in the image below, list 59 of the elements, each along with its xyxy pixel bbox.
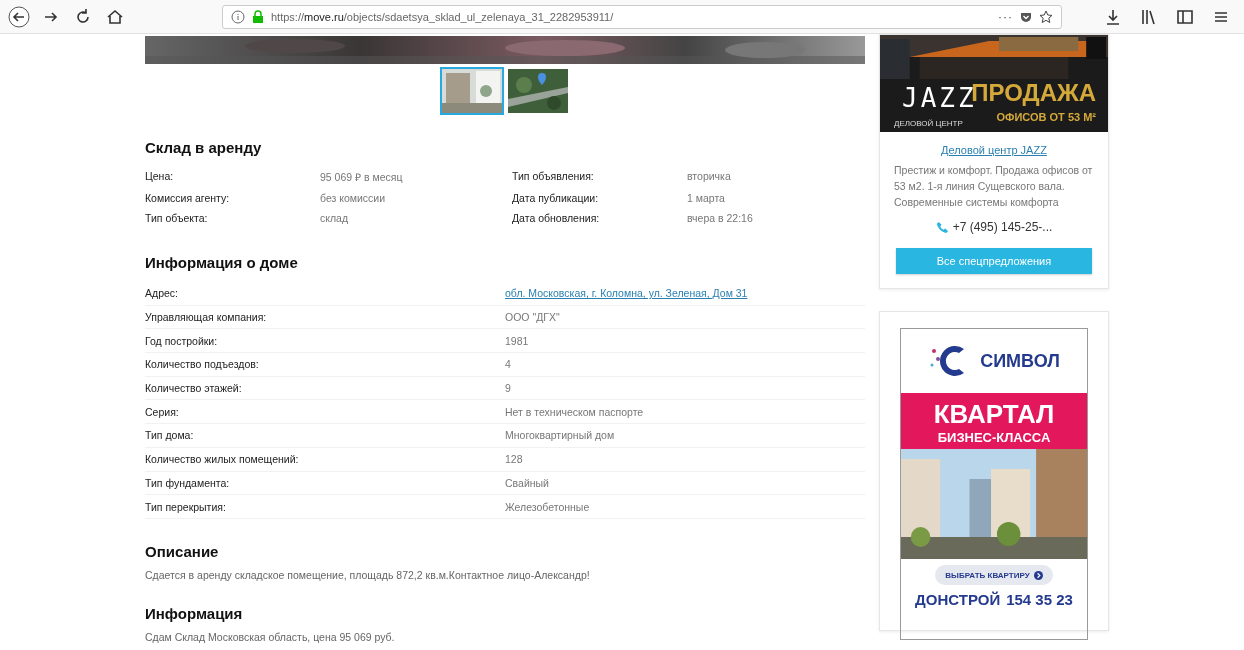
field-label: Количество этажей:: [145, 382, 243, 395]
field-label: Тип фундамента:: [145, 476, 231, 489]
ad-text: Престиж и комфорт. Продажа офисов от 53 м2. 1-я линия Сущевского вала. Современные системы комфорта: [894, 163, 1094, 210]
field-value: Нет в техническом паспорте: [505, 405, 645, 418]
ad-developer: ДОНСТРОЙ: [915, 591, 1001, 608]
ad-brand: СИМВОЛ: [980, 350, 1060, 372]
field-value: склад: [320, 212, 350, 224]
field-value: Многоквартирный дом: [505, 429, 616, 442]
address-bar[interactable]: https://move.ru/objects/sdaetsya_sklad_ul_zelenaya_31_2282953911/ ···: [222, 4, 1062, 29]
ad-link[interactable]: Деловой центр JAZZ: [941, 144, 1047, 156]
field-label: Тип объекта:: [145, 212, 209, 224]
section-heading: Информация: [145, 604, 244, 622]
phone-icon: [935, 220, 949, 234]
description-text: Сдается в аренду складское помещение, площадь 872,2 кв.м.Контактное лицо-Александр!: [145, 568, 591, 581]
information-text: Сдам Склад Московская область, цена 95 069 руб.: [145, 630, 396, 643]
arrow-icon: [1033, 570, 1043, 580]
field-value: без комиссии: [320, 192, 387, 204]
section-heading: Описание: [145, 542, 220, 560]
page-actions-button[interactable]: ···: [998, 9, 1013, 24]
field-value: вчера в 22:16: [687, 212, 754, 224]
choose-apartment-button[interactable]: ВЫБРАТЬ КВАРТИРУ: [935, 565, 1053, 585]
address-link[interactable]: обл. Московская, г. Коломна, ул. Зеленая, Дом 31: [505, 287, 748, 300]
field-label: Комиссия агенту:: [145, 192, 231, 204]
field-label: Дата публикации:: [512, 192, 600, 204]
field-value: Свайный: [505, 476, 550, 489]
field-label: Тип дома:: [145, 429, 195, 442]
field-value: 1981: [505, 334, 530, 347]
url-text: https://move.ru/objects/sdaetsya_sklad_ul_zelenaya_31_2282953911/: [271, 10, 615, 23]
ad-subline: ОФИСОВ ОТ 53 М²: [996, 111, 1096, 123]
lock-icon: [251, 9, 265, 24]
field-label: Тип объявления:: [512, 170, 595, 184]
phone-number[interactable]: +7 (495) 145-25-...: [952, 220, 1053, 234]
field-value: 9: [505, 382, 512, 395]
info-icon[interactable]: [231, 9, 245, 24]
star-icon[interactable]: [1039, 9, 1053, 24]
field-value: 95 069 ₽ в месяц: [320, 170, 404, 184]
field-label: Год постройки:: [145, 334, 219, 347]
ad-phone: 154 35 23: [1006, 591, 1073, 608]
section-heading: Склад в аренду: [145, 139, 263, 156]
field-value: ООО "ДГХ": [505, 311, 561, 324]
field-value: 1 марта: [687, 192, 726, 204]
field-label: Серия:: [145, 405, 180, 418]
field-value: 128: [505, 453, 524, 466]
ad-headline: КВАРТАЛ: [933, 399, 1055, 430]
field-label: Адрес:: [145, 287, 179, 300]
ad-logo-caption: ДЕЛОВОЙ ЦЕНТР: [894, 119, 963, 128]
ad-banner[interactable]: СИМВОЛ КВАРТАЛ БИЗНЕС-КЛАССА ВЫБРАТЬ КВАРТИРУ ДОНСТРОЙ 154 35 23: [900, 328, 1088, 640]
ad-subline: БИЗНЕС-КЛАССА: [937, 430, 1051, 445]
field-label: Управляющая компания:: [145, 311, 268, 324]
field-label: Тип перекрытия:: [145, 500, 227, 513]
field-label: Дата обновления:: [512, 212, 601, 224]
field-label: Цена:: [145, 170, 175, 184]
back-icon[interactable]: [8, 5, 30, 28]
field-label: Количество жилых помещений:: [145, 453, 300, 466]
section-heading: Информация о доме: [145, 254, 299, 271]
field-value: 4: [505, 358, 512, 371]
field-label: Количество подъездов:: [145, 358, 260, 371]
field-value: Железобетонные: [505, 500, 591, 513]
field-value: вторичка: [687, 170, 732, 184]
